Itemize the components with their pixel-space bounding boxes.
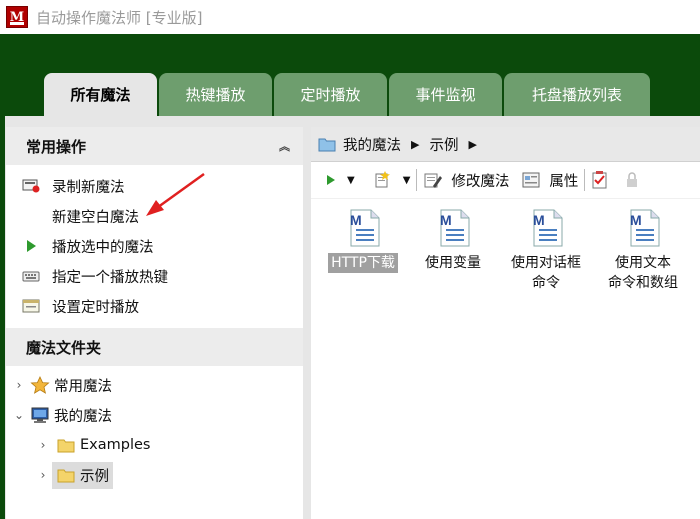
edit-magic-button[interactable]: 修改魔法 [451,170,509,191]
chevron-right-icon[interactable]: › [36,468,50,482]
svg-text:M: M [350,212,362,228]
path-bar: 我的魔法 ▶ 示例 ▶ [311,127,700,162]
right-panel: 我的魔法 ▶ 示例 ▶ ▼ ▼ 修改魔法 属性 M HTTP下载 M 使用变量 … [311,127,700,519]
toolbar-separator [416,169,418,191]
folders-title: 魔法文件夹 [26,338,102,357]
title-bar: M 自动操作魔法师 [专业版] [0,0,700,34]
lock-icon [625,172,639,188]
properties-icon[interactable] [521,171,541,189]
toolbar: ▼ ▼ 修改魔法 属性 [311,162,700,199]
folder-icon [56,436,76,454]
path-separator-icon[interactable]: ▶ [411,138,419,151]
tab-all-magic[interactable]: 所有魔法 [44,73,157,116]
tab-hotkey-play[interactable]: 热键播放 [159,73,272,116]
op-label: 指定一个播放热键 [52,269,168,286]
selected-node[interactable]: 示例 [52,461,113,489]
properties-button[interactable]: 属性 [549,170,578,191]
file-item[interactable]: M 使用对话框 命令 [501,209,591,293]
op-label: 新建空白魔法 [52,209,139,226]
window-title: 自动操作魔法师 [专业版] [36,8,203,27]
path-segment-my-magic[interactable]: 我的魔法 [343,134,401,155]
folders-header: 魔法文件夹 [6,328,303,366]
file-item[interactable]: M 使用文本 命令和数组 [595,209,691,293]
svg-text:M: M [440,212,452,228]
schedule-icon [22,299,40,313]
panel-splitter[interactable] [303,127,311,519]
tree-label: 示例 [80,468,109,485]
play-dropdown-icon[interactable]: ▼ [347,175,355,186]
file-label: HTTP下载 [328,253,398,273]
magic-file-icon: M [437,209,470,247]
file-item[interactable]: M 使用变量 [408,209,498,273]
common-ops-title: 常用操作 [26,137,87,156]
common-ops-header[interactable]: 常用操作 ︽ [6,127,303,165]
chevron-right-icon[interactable]: › [36,438,50,452]
new-dropdown-icon[interactable]: ▼ [403,175,411,186]
op-play-selected[interactable]: 播放选中的魔法 [6,231,303,261]
tree-label: 常用魔法 [54,378,112,395]
tree-node-my-magic[interactable]: ⌄ 我的魔法 [6,400,303,430]
keyboard-icon [22,269,40,283]
tree-label: Examples [80,437,151,453]
chevron-down-icon[interactable]: ⌄ [12,408,26,422]
edit-magic-icon[interactable] [423,171,443,189]
tree-node-examples[interactable]: › Examples [6,430,303,460]
chevron-right-icon[interactable]: › [12,378,26,392]
tab-tray-playlist[interactable]: 托盘播放列表 [504,73,650,116]
tree-node-samples[interactable]: › 示例 [6,460,303,490]
tab-strip: 所有魔法 热键播放 定时播放 事件监视 托盘播放列表 [44,73,652,116]
op-label: 设置定时播放 [52,299,139,316]
file-label: 使用文本 命令和数组 [608,255,678,291]
tab-scheduled-play[interactable]: 定时播放 [274,73,387,116]
play-icon [22,239,40,253]
magic-file-icon: M [530,209,563,247]
tab-event-monitor[interactable]: 事件监视 [389,73,502,116]
collapse-up-icon[interactable]: ︽ [279,138,290,154]
file-view: M HTTP下载 M 使用变量 M 使用对话框 命令 M 使用文本 命令和数组 [311,199,700,499]
file-item[interactable]: M HTTP下载 [318,209,408,273]
annotation-arrow [146,172,205,216]
path-segment-samples[interactable]: 示例 [429,134,458,155]
file-label: 使用对话框 命令 [511,255,581,291]
play-icon[interactable] [325,173,337,187]
svg-text:M: M [533,212,545,228]
path-separator-icon[interactable]: ▶ [468,138,476,151]
record-icon [22,179,40,193]
magic-file-icon: M [627,209,660,247]
app-logo-icon: M [6,6,28,28]
op-label: 录制新魔法 [52,179,125,196]
checklist-icon[interactable] [591,171,609,189]
toolbar-separator [584,169,586,191]
tree-node-common[interactable]: › 常用魔法 [6,370,303,400]
folder-path-icon [317,135,337,153]
computer-icon [30,406,50,424]
svg-text:M: M [630,212,642,228]
op-label: 播放选中的魔法 [52,239,154,256]
star-icon [30,376,50,394]
folder-icon [56,466,76,484]
magic-file-icon: M [347,209,380,247]
new-magic-icon[interactable] [373,171,391,189]
file-label: 使用变量 [425,255,481,271]
op-set-schedule[interactable]: 设置定时播放 [6,291,303,321]
op-assign-hotkey[interactable]: 指定一个播放热键 [6,261,303,291]
tree-label: 我的魔法 [54,408,112,425]
